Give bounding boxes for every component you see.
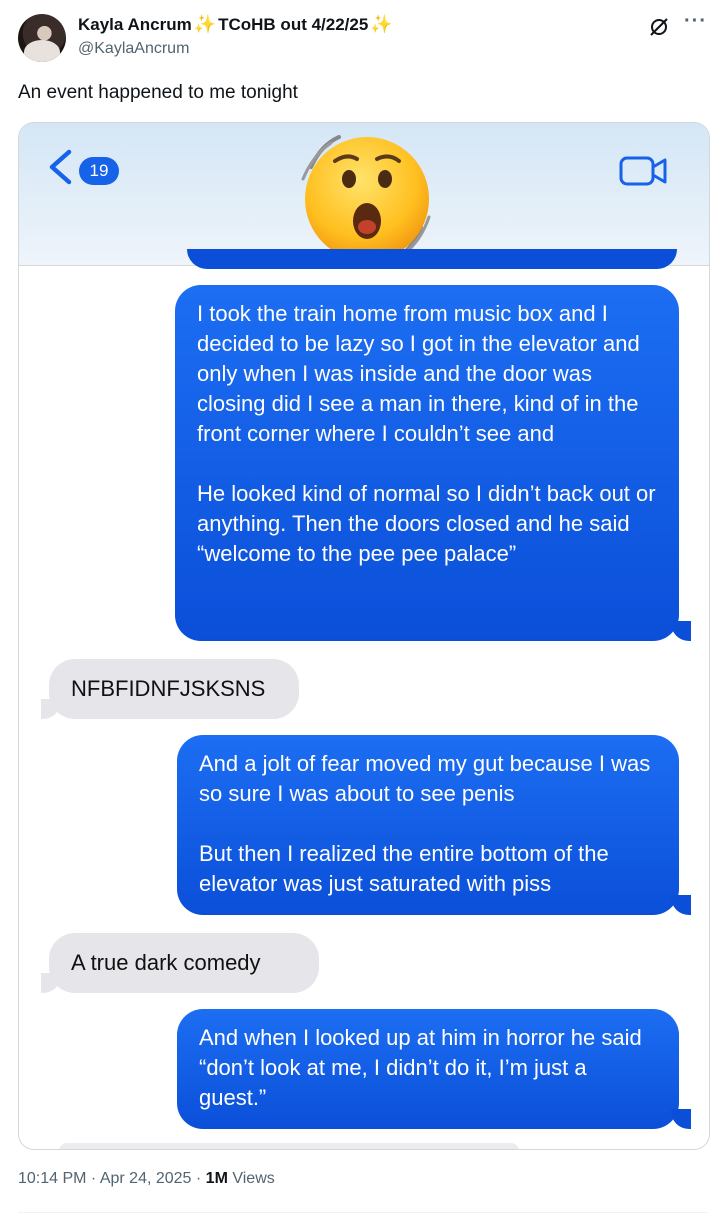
more-options-icon[interactable]: ··· (684, 10, 707, 33)
bubble-tail (671, 1109, 691, 1129)
tweet-time[interactable]: 10:14 PM (18, 1170, 86, 1187)
bubble-tail (41, 699, 61, 719)
sent-message-bubble: And when I looked up at him in horror he… (177, 1009, 679, 1129)
bubble-tail (671, 895, 691, 915)
sent-message-bubble: And a jolt of fear moved my gut because … (177, 735, 679, 915)
author-name[interactable]: Kayla Ancrum ✨ TCoHB out 4/22/25 ✨ (78, 14, 393, 35)
message-paragraph: And when I looked up at him in horror he… (199, 1025, 642, 1110)
views-count: 1M (205, 1170, 228, 1187)
message-paragraph: And a jolt of fear moved my gut because … (199, 751, 651, 806)
message-paragraph: A true dark comedy (71, 950, 261, 975)
attached-screenshot[interactable]: 19 I took the train home from music box … (18, 122, 710, 1150)
previous-message-bubble (187, 249, 677, 269)
avatar[interactable] (18, 14, 66, 62)
chevron-back-icon[interactable] (47, 149, 73, 185)
received-message-bubble: A true dark comedy (49, 933, 319, 993)
bubble-tail (671, 621, 691, 641)
display-name: Kayla Ancrum (78, 14, 192, 34)
video-call-icon[interactable] (619, 155, 667, 187)
meta-separator: · (86, 1170, 100, 1187)
message-paragraph: NFBFIDNFJSKSNS (71, 676, 266, 701)
divider (18, 1212, 708, 1213)
views-label: Views (227, 1170, 275, 1187)
messages-header: 19 (19, 123, 709, 266)
tweet-date[interactable]: Apr 24, 2025 (100, 1170, 192, 1187)
bubble-tail (41, 973, 61, 993)
shocked-face-emoji-icon (301, 135, 431, 261)
message-paragraph: He looked kind of normal so I didn’t bac… (197, 481, 656, 566)
message-paragraph: But then I realized the entire bottom of… (199, 841, 609, 896)
sparkle-icon: ✨ (193, 14, 217, 34)
tweet-text: An event happened to me tonight (18, 82, 298, 103)
sparkle-icon: ✨ (370, 14, 393, 34)
next-message-bubble (59, 1143, 519, 1149)
received-message-bubble: NFBFIDNFJSKSNS (49, 659, 299, 719)
author-handle[interactable]: @KaylaAncrum (78, 40, 189, 58)
tweet-meta: 10:14 PM · Apr 24, 2025 · 1M Views (18, 1170, 275, 1188)
sent-message-bubble: I took the train home from music box and… (175, 285, 679, 641)
message-paragraph: I took the train home from music box and… (197, 301, 640, 446)
unread-badge: 19 (79, 157, 119, 185)
grok-icon[interactable] (648, 16, 670, 38)
meta-separator: · (191, 1170, 206, 1187)
name-suffix: TCoHB out 4/22/25 (218, 14, 369, 34)
